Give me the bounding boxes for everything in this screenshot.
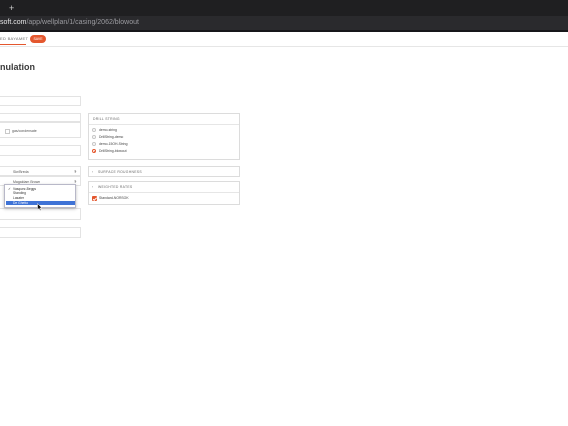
drill-string-heading: DRILL STRING	[93, 117, 120, 121]
standard-norsok-checkbox[interactable]	[92, 196, 97, 201]
drill-string-radio-1[interactable]	[92, 128, 96, 132]
save-button[interactable]: SAVE	[30, 35, 46, 43]
dropdown-option-label: De Ghetto	[13, 200, 29, 205]
name-input[interactable]	[0, 96, 81, 106]
surface-roughness-panel[interactable]: › SURFACE ROUGHNESS	[88, 166, 240, 177]
help-icon[interactable]: ?	[74, 169, 76, 174]
gas-condensate-checkbox[interactable]	[5, 129, 10, 134]
app-header: ED BAYAMET SAVE	[0, 32, 568, 47]
dropdown-option-standing[interactable]: Standing	[6, 191, 75, 195]
dropdown-option-label: Standing	[13, 191, 27, 196]
panel-divider	[89, 192, 239, 193]
correlation-row-1[interactable]: Skr/Breda ?	[0, 166, 81, 176]
weighted-rates-heading: WEIGHTED RATES	[98, 185, 133, 189]
drill-string-radio-2[interactable]	[92, 135, 96, 139]
drill-string-radio-3[interactable]	[92, 142, 96, 146]
new-tab-icon[interactable]: +	[9, 3, 14, 13]
url-path: /app/wellplan/1/casing/2062/blowout	[26, 19, 139, 26]
nav-link[interactable]: ED BAYAMET	[0, 36, 28, 41]
correlation-row-1-value: Skr/Breda	[13, 170, 29, 174]
drill-string-option-4: DrillString-blowout	[99, 149, 127, 153]
checkmark-icon: ✓	[8, 186, 11, 191]
drill-string-option-1: demo-string	[99, 128, 117, 132]
standard-norsok-label: Standard-NORSOK	[99, 196, 129, 200]
nav-active-indicator	[0, 44, 26, 45]
address-bar[interactable]: soft.com/app/wellplan/1/casing/2062/blow…	[0, 16, 568, 30]
weighted-rates-panel[interactable]: › WEIGHTED RATES	[88, 181, 240, 205]
dropdown-option-lasater[interactable]: Lasater	[6, 196, 75, 200]
panel-divider	[89, 124, 239, 125]
chevron-right-icon: ›	[92, 185, 94, 189]
correlation-row-4[interactable]	[0, 227, 81, 238]
fluid-section-header	[0, 113, 81, 122]
drill-string-option-3: demo-15OH-String	[99, 142, 128, 146]
dropdown-option-label: Vasquez-Beggs	[13, 186, 37, 191]
surface-roughness-heading: SURFACE ROUGHNESS	[98, 170, 142, 174]
browser-tab-bar: +	[0, 0, 568, 16]
dropdown-option-vasquez-beggs[interactable]: ✓ Vasquez-Beggs	[6, 187, 75, 191]
page-title: nulation	[0, 62, 35, 72]
gas-condensate-label: gas/condensate	[12, 129, 37, 133]
dropdown-option-label: Lasater	[13, 196, 24, 201]
mouse-cursor-icon	[37, 203, 43, 211]
drill-string-option-2: DrillString-demo	[99, 135, 124, 139]
address-url[interactable]: soft.com/app/wellplan/1/casing/2062/blow…	[0, 18, 139, 28]
fluid-section-body: gas/condensate	[0, 122, 81, 138]
url-host: soft.com	[0, 19, 27, 26]
chevron-right-icon: ›	[92, 170, 94, 174]
drill-string-radio-4[interactable]	[92, 149, 96, 153]
correlations-section-header	[0, 145, 81, 156]
